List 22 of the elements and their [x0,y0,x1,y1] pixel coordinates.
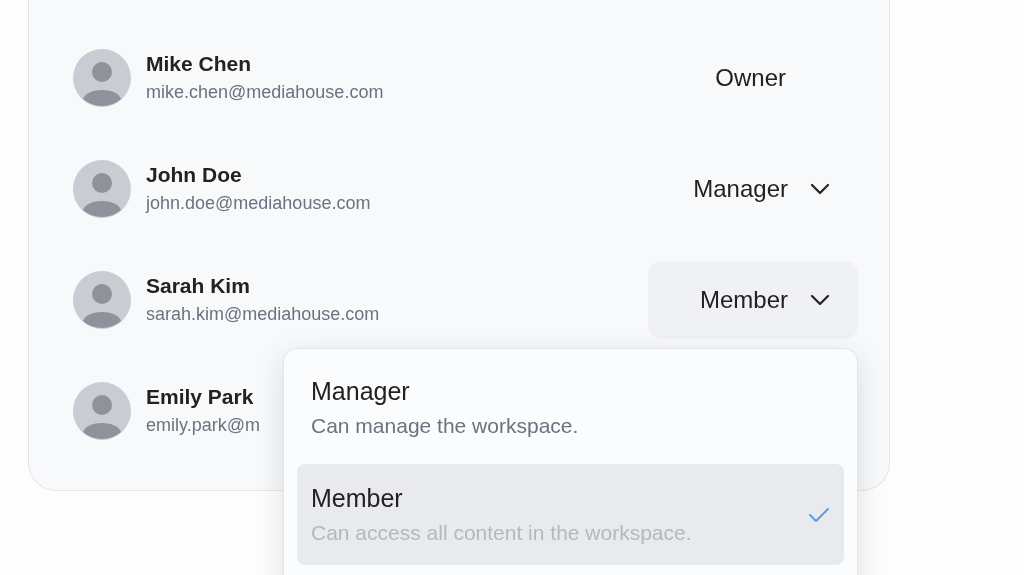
member-name: John Doe [146,163,242,187]
avatar-icon [73,270,131,329]
avatar-icon [73,159,131,218]
role-dropdown[interactable]: Manager [648,149,858,228]
option-description: Can manage the workspace. [311,414,580,438]
member-email: sarah.kim@mediahouse.com [146,304,380,325]
member-email: mike.chen@mediahouse.com [146,82,384,103]
role-label: Owner [714,62,787,93]
role-dropdown[interactable]: Member [648,260,858,339]
option-title: Manager [311,377,411,406]
member-name: Emily Park [146,385,254,409]
member-email: emily.park@m [146,415,260,436]
member-email: john.doe@mediahouse.com [146,193,371,214]
avatar-icon [73,48,131,107]
checkmark-icon [808,506,830,523]
chevron-down-icon [810,182,830,195]
option-title: Member [311,484,404,513]
role-option[interactable]: Manager Can manage the workspace. [297,357,844,458]
avatar-icon [73,381,131,440]
member-name: Mike Chen [146,52,252,76]
chevron-down-icon [810,293,830,306]
member-name: Sarah Kim [146,274,250,298]
